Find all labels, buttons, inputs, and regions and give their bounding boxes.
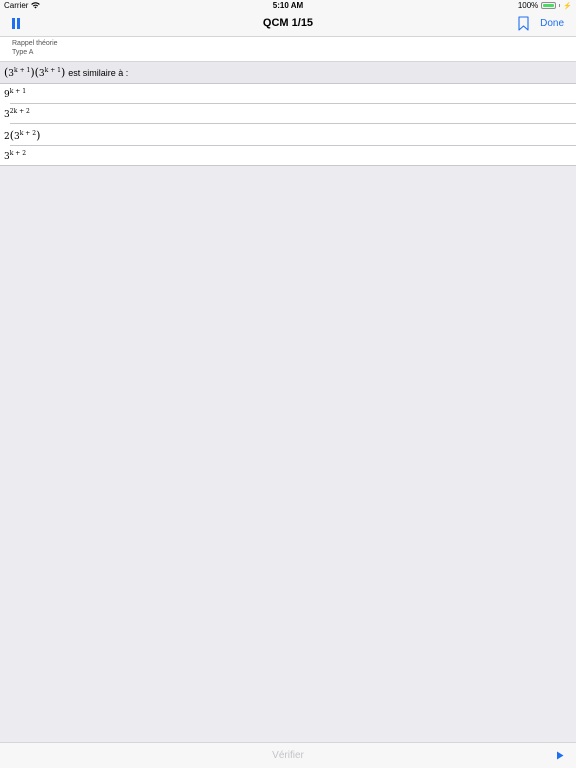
answer-option-1[interactable]: 9k + 1 bbox=[0, 84, 576, 104]
done-button[interactable]: Done bbox=[540, 18, 564, 29]
charging-icon: ⚡ bbox=[563, 2, 572, 10]
answer-list: 9k + 1 32k + 2 2(3k + 2) 3k + 2 bbox=[0, 84, 576, 166]
battery-indicator: 100% ⚡ bbox=[518, 1, 572, 10]
status-bar: Carrier 5:10 AM 100% ⚡ bbox=[0, 0, 576, 12]
answer-option-4[interactable]: 3k + 2 bbox=[0, 146, 576, 166]
play-icon[interactable] bbox=[556, 751, 564, 760]
question-text: est similaire à : bbox=[68, 67, 129, 78]
type-label: Type A bbox=[12, 49, 34, 56]
bottom-toolbar: Vérifier bbox=[0, 742, 576, 768]
verify-button[interactable]: Vérifier bbox=[0, 750, 576, 761]
answer-option-2[interactable]: 32k + 2 bbox=[0, 104, 576, 124]
battery-cap bbox=[559, 4, 561, 7]
answer-formula: 32k + 2 bbox=[4, 108, 30, 120]
battery-percent: 100% bbox=[517, 1, 539, 10]
clock: 5:10 AM bbox=[272, 1, 304, 10]
answer-formula: 9k + 1 bbox=[4, 88, 27, 100]
bookmark-icon[interactable] bbox=[518, 16, 529, 31]
answer-formula: 3k + 2 bbox=[4, 150, 27, 162]
question-formula: (3k + 1)(3k + 1) bbox=[4, 66, 66, 79]
navigation-bar: QCM 1/15 Done bbox=[0, 12, 576, 37]
category-header: Rappel théorie Type A bbox=[0, 37, 576, 62]
battery-icon bbox=[541, 2, 557, 9]
question-row: (3k + 1)(3k + 1) est similaire à : bbox=[0, 62, 576, 84]
category-label: Rappel théorie bbox=[12, 40, 58, 47]
answer-formula: 2(3k + 2) bbox=[4, 128, 41, 142]
page-title: QCM 1/15 bbox=[262, 17, 314, 29]
answer-option-3[interactable]: 2(3k + 2) bbox=[0, 124, 576, 146]
